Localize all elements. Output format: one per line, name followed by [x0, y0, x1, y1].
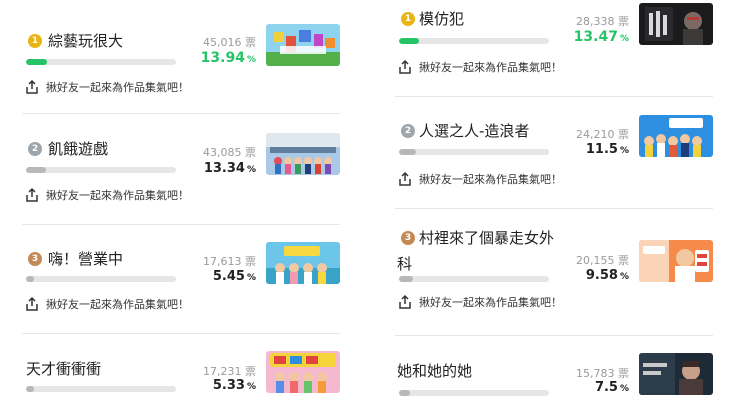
show-title: 她和她的她 [397, 362, 473, 380]
show-thumbnail[interactable] [266, 133, 340, 175]
vote-percent: 11.5% [585, 142, 629, 157]
ranking-entry: 3 村裡來了個暴走女外科 20,155 票 9.58% 揪好友一起來為作品集氣吧… [395, 208, 713, 318]
vote-percent: 7.5% [594, 380, 629, 395]
ranking-entry: 2 飢餓遊戲 43,085 票 13.34% 揪好友一起來為作品集氣吧！ [22, 113, 340, 223]
share-label: 揪好友一起來為作品集氣吧！ [419, 61, 562, 74]
vote-percent: 5.33% [212, 378, 256, 393]
ranking-entry: 1 模仿犯 28,338 票 13.47% 揪好友一起來為作品集氣吧！ [395, 0, 713, 110]
share-icon [399, 59, 411, 74]
share-label: 揪好友一起來為作品集氣吧！ [419, 296, 562, 309]
vote-progress-bar [26, 276, 176, 282]
show-title: 模仿犯 [419, 10, 465, 28]
share-label: 揪好友一起來為作品集氣吧！ [46, 81, 189, 94]
vote-count: 28,338 票 [576, 15, 629, 28]
show-thumbnail[interactable] [639, 240, 713, 282]
gold-medal-icon: 1 [401, 12, 415, 26]
share-icon [399, 294, 411, 309]
vote-progress-bar [399, 149, 549, 155]
bronze-medal-icon: 3 [28, 252, 42, 266]
ranking-entry: 1 綜藝玩很大 45,016 票 13.94% 揪好友一起來為作品集氣吧！ [22, 0, 340, 110]
vote-progress-fill [26, 59, 47, 65]
show-thumbnail[interactable] [266, 242, 340, 284]
show-thumbnail[interactable] [266, 351, 340, 393]
vote-percent: 13.34% [203, 161, 256, 176]
share-icon [26, 296, 38, 311]
vote-progress-bar [26, 167, 176, 173]
gold-medal-icon: 1 [28, 34, 42, 48]
vote-progress-fill [26, 276, 35, 282]
ranking-entry: 她和她的她 15,783 票 7.5% [395, 335, 713, 406]
vote-count: 45,016 票 [203, 36, 256, 49]
share-label: 揪好友一起來為作品集氣吧！ [46, 189, 189, 202]
share-icon [26, 187, 38, 202]
vote-percent: 13.94% [200, 50, 256, 66]
ranking-column-right: 1 模仿犯 28,338 票 13.47% 揪好友一起來為作品集氣吧！ 2 人選… [395, 0, 713, 406]
vote-percent: 5.45% [212, 269, 256, 284]
vote-progress-bar [399, 390, 549, 396]
ranking-column-left: 1 綜藝玩很大 45,016 票 13.94% 揪好友一起來為作品集氣吧！ 2 … [22, 0, 340, 406]
vote-progress-fill [26, 167, 46, 173]
vote-count: 43,085 票 [203, 146, 256, 159]
vote-count: 24,210 票 [576, 128, 629, 141]
share-icon [26, 79, 38, 94]
vote-count: 17,613 票 [203, 255, 256, 268]
divider [395, 96, 713, 97]
share-label: 揪好友一起來為作品集氣吧！ [46, 298, 189, 311]
show-thumbnail[interactable] [639, 3, 713, 45]
divider [395, 208, 713, 209]
divider [22, 113, 340, 114]
ranking-entry: 3 嗨！營業中 17,613 票 5.45% 揪好友一起來為作品集氣吧！ [22, 224, 340, 334]
share-button[interactable]: 揪好友一起來為作品集氣吧！ [24, 77, 189, 97]
vote-progress-fill [399, 390, 411, 396]
vote-progress-bar [26, 386, 176, 392]
share-label: 揪好友一起來為作品集氣吧！ [419, 173, 562, 186]
share-icon [399, 171, 411, 186]
show-title: 天才衝衝衝 [26, 360, 102, 378]
vote-progress-bar [26, 59, 176, 65]
vote-progress-bar [399, 276, 549, 282]
silver-medal-icon: 2 [28, 142, 42, 156]
show-title: 村裡來了個暴走女外科 [397, 229, 555, 273]
show-thumbnail[interactable] [266, 24, 340, 66]
share-button[interactable]: 揪好友一起來為作品集氣吧！ [397, 169, 562, 189]
vote-progress-fill [399, 149, 417, 155]
show-title: 人選之人-造浪者 [419, 122, 530, 140]
divider [395, 335, 713, 336]
vote-count: 15,783 票 [576, 367, 629, 380]
vote-progress-fill [26, 386, 34, 392]
share-button[interactable]: 揪好友一起來為作品集氣吧！ [397, 292, 562, 312]
show-thumbnail[interactable] [639, 353, 713, 395]
vote-progress-bar [399, 38, 549, 44]
vote-progress-fill [399, 276, 414, 282]
share-button[interactable]: 揪好友一起來為作品集氣吧！ [24, 294, 189, 314]
divider [22, 224, 340, 225]
vote-count: 17,231 票 [203, 365, 256, 378]
vote-percent: 9.58% [585, 268, 629, 283]
vote-progress-fill [399, 38, 420, 44]
share-button[interactable]: 揪好友一起來為作品集氣吧！ [397, 57, 562, 77]
ranking-entry: 2 人選之人-造浪者 24,210 票 11.5% 揪好友一起來為作品集氣吧！ [395, 96, 713, 206]
ranking-entry: 天才衝衝衝 17,231 票 5.33% [22, 333, 340, 406]
show-title: 飢餓遊戲 [48, 140, 109, 158]
share-button[interactable]: 揪好友一起來為作品集氣吧！ [24, 185, 189, 205]
show-title: 綜藝玩很大 [48, 32, 124, 50]
show-title: 嗨！營業中 [48, 250, 124, 268]
vote-count: 20,155 票 [576, 254, 629, 267]
silver-medal-icon: 2 [401, 124, 415, 138]
vote-percent: 13.47% [573, 29, 629, 45]
divider [22, 333, 340, 334]
show-thumbnail[interactable] [639, 115, 713, 157]
